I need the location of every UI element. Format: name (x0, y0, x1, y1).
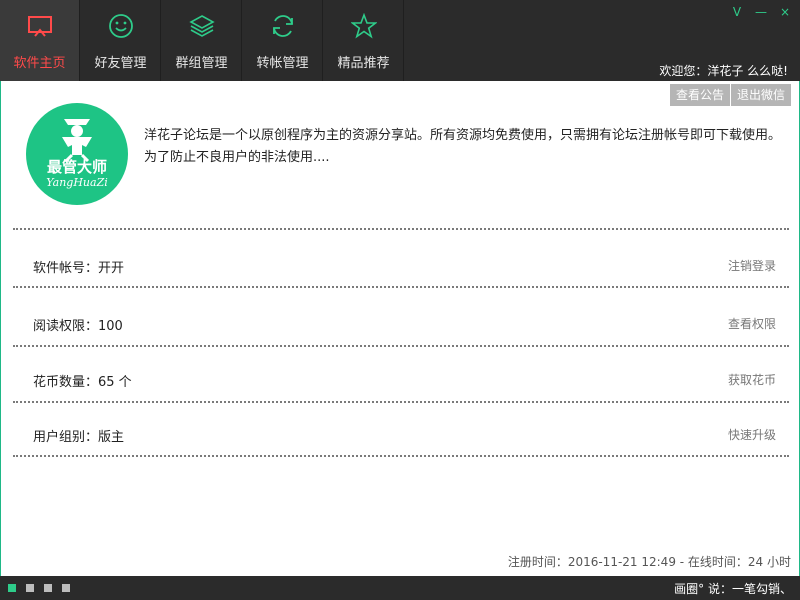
tab-label: 转帐管理 (256, 56, 309, 71)
account-label: 软件帐号：开开 (33, 261, 125, 276)
get-coins-link[interactable]: 获取花币 (728, 371, 776, 388)
page-dot[interactable] (26, 584, 34, 592)
tab-label: 好友管理 (94, 56, 147, 71)
logout-wechat-button[interactable]: 退出微信 (730, 84, 791, 106)
coin-count-label: 花币数量：65 个 (33, 375, 132, 390)
tab-featured[interactable]: 精品推荐 (324, 0, 404, 81)
tab-label: 精品推荐 (337, 56, 390, 71)
tab-friend-management[interactable]: 好友管理 (81, 0, 161, 81)
minimize-icon[interactable]: — (753, 4, 769, 20)
quick-upgrade-link[interactable]: 快速升级 (728, 426, 776, 443)
divider (13, 228, 789, 230)
page-dot[interactable] (62, 584, 70, 592)
divider (13, 345, 789, 347)
top-nav-bar: 软件主页 好友管理 群组管理 转帐管理 精品推荐 V — × 欢迎您：洋花子 么… (0, 0, 800, 81)
page-dot[interactable] (8, 584, 16, 592)
page-dot[interactable] (44, 584, 52, 592)
read-permission-label: 阅读权限：100 (33, 319, 123, 334)
view-notice-button[interactable]: 查看公告 (669, 84, 730, 106)
divider (13, 286, 789, 288)
monitor-icon (28, 16, 52, 37)
tab-label: 软件主页 (13, 56, 66, 71)
layers-icon (189, 15, 215, 37)
smiley-icon (109, 14, 133, 38)
tab-group-management[interactable]: 群组管理 (162, 0, 242, 81)
divider (13, 455, 789, 457)
user-group-label: 用户组别：版主 (33, 430, 125, 445)
refresh-icon (273, 15, 293, 37)
logo: 最管大师 YangHuaZi (26, 103, 128, 205)
intro-text: 洋花子论坛是一个以原创程序为主的资源分享站。所有资源均免费使用，只需拥有论坛注册… (144, 128, 782, 165)
registration-info: 注册时间：2016-11-21 12:49 - 在线时间：24 小时 (507, 555, 791, 569)
view-permission-link[interactable]: 查看权限 (728, 315, 776, 332)
tab-transfer-management[interactable]: 转帐管理 (243, 0, 323, 81)
status-message: 画圈° 说：一笔勾销、 (674, 582, 792, 596)
tab-software-home[interactable]: 软件主页 (0, 0, 80, 81)
chevron-down-icon[interactable]: V (729, 4, 745, 20)
tab-label: 群组管理 (175, 56, 228, 71)
welcome-text: 欢迎您：洋花子 么么哒! (659, 64, 788, 78)
mascot-icon (62, 119, 92, 163)
close-icon[interactable]: × (777, 4, 793, 20)
logout-link[interactable]: 注销登录 (728, 257, 776, 274)
bottom-status-bar: 画圈° 说：一笔勾销、 (0, 576, 800, 600)
star-icon (351, 13, 377, 39)
logo-text: 最管大师 (46, 158, 107, 176)
divider (13, 401, 789, 403)
main-panel: 查看公告 退出微信 最管大师 YangHuaZi 洋花子论坛是一个以原创程序为主… (0, 81, 800, 576)
logo-subtext: YangHuaZi (46, 176, 108, 189)
